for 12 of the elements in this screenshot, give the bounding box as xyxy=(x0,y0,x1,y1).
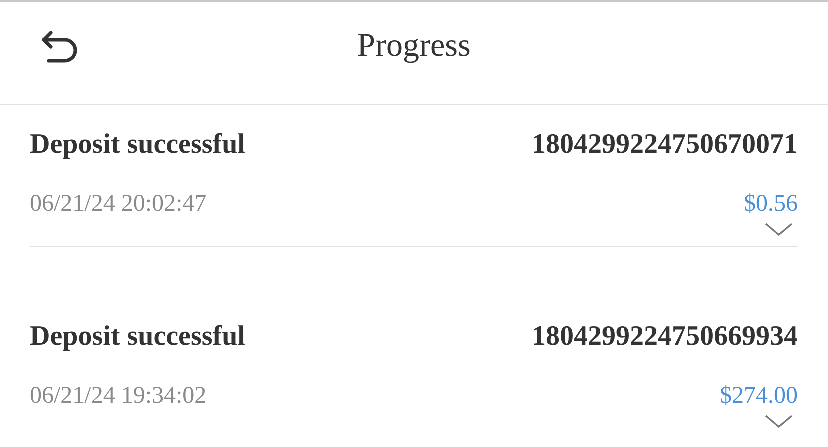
transaction-status: Deposit successful xyxy=(30,321,246,353)
transaction-date: 06/21/24 20:02:47 xyxy=(30,191,207,218)
transaction-id: 1804299224750669934 xyxy=(532,321,798,353)
transaction-amount: $0.56 xyxy=(744,191,798,218)
chevron-down-icon[interactable] xyxy=(764,414,794,430)
back-arrow-icon xyxy=(41,30,79,66)
transaction-id: 1804299224750670071 xyxy=(532,129,798,161)
chevron-down-icon[interactable] xyxy=(764,222,794,238)
transaction-amount: $274.00 xyxy=(720,383,798,410)
transaction-date: 06/21/24 19:34:02 xyxy=(30,383,207,410)
transaction-status: Deposit successful xyxy=(30,129,246,161)
page-title: Progress xyxy=(357,28,471,64)
